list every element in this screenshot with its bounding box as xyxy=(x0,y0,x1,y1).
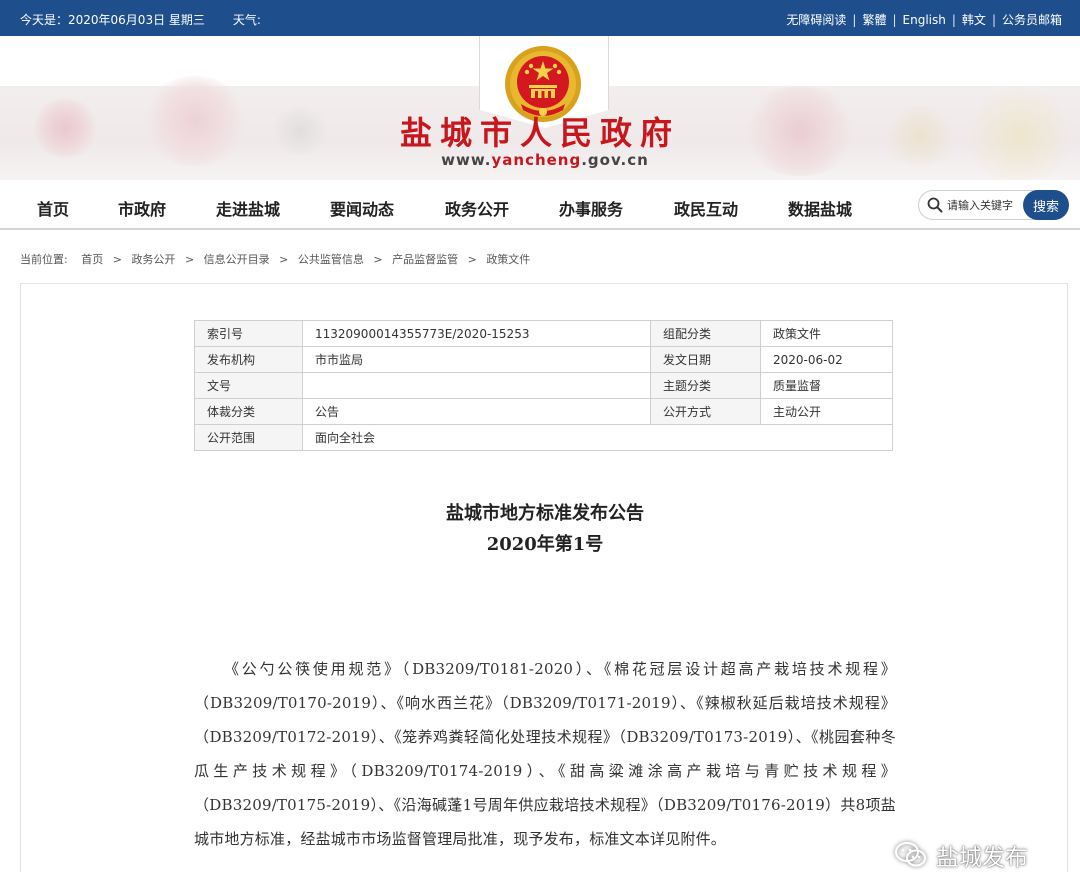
meta-key: 发文日期 xyxy=(650,346,761,373)
meta-key: 体裁分类 xyxy=(194,398,303,425)
site-title: 盐城市人民政府 xyxy=(399,114,680,152)
search-icon xyxy=(927,197,943,213)
table-row: 公开范围 面向全社会 xyxy=(194,424,893,451)
site-url[interactable]: www.yancheng.gov.cn xyxy=(0,151,1080,169)
meta-key: 组配分类 xyxy=(650,320,761,347)
meta-value: 质量监督 xyxy=(760,372,893,399)
breadcrumb: 当前位置: 首页 > 政务公开 > 信息公开目录 > 公共监管信息 > 产品监督… xyxy=(20,251,530,267)
breadcrumb-separator: > xyxy=(279,253,289,266)
document-number: 2020年第1号 xyxy=(486,534,604,555)
url-prefix: www. xyxy=(441,151,492,169)
breadcrumb-policy-docs[interactable]: 政策文件 xyxy=(486,253,530,266)
table-row: 体裁分类 公告 公开方式 主动公开 xyxy=(194,398,893,425)
document-body: 《公勺公筷使用规范》（DB3209/T0181-2020）、《棉花冠层设计超高产… xyxy=(194,660,896,848)
meta-value: 2020-06-02 xyxy=(760,346,893,373)
meta-key: 公开范围 xyxy=(194,424,303,451)
top-bar: 今天是：2020年06月03日 星期三 天气: 无障碍阅读 | 繁體 | Eng… xyxy=(0,0,1080,36)
breadcrumb-separator: > xyxy=(184,253,195,266)
meta-value: 面向全社会 xyxy=(302,424,893,451)
nav-item-services[interactable]: 办事服务 xyxy=(559,196,623,220)
breadcrumb-government-affairs[interactable]: 政务公开 xyxy=(131,253,175,266)
table-row: 索引号 11320900014355773E/2020-15253 组配分类 政… xyxy=(194,320,893,347)
divider: | xyxy=(852,12,857,27)
breadcrumb-product-supervision[interactable]: 产品监督监管 xyxy=(392,253,458,266)
nav-item-interaction[interactable]: 政民互动 xyxy=(674,196,738,220)
meta-key: 发布机构 xyxy=(194,346,303,373)
wechat-icon xyxy=(895,842,926,867)
breadcrumb-info-catalog[interactable]: 信息公开目录 xyxy=(204,253,270,266)
nav-item-government-affairs[interactable]: 政务公开 xyxy=(445,196,509,220)
search-box: 搜索 xyxy=(918,190,1069,220)
search-button[interactable]: 搜索 xyxy=(1023,190,1069,220)
accessibility-link[interactable]: 无障碍阅读 xyxy=(786,11,846,28)
meta-key: 主题分类 xyxy=(650,372,761,399)
civil-servant-mail-link[interactable]: 公务员邮箱 xyxy=(1002,11,1062,28)
url-highlight: yancheng xyxy=(491,151,582,169)
document-title: 盐城市地方标准发布公告 xyxy=(446,503,644,524)
table-row: 发布机构 市市监局 发文日期 2020-06-02 xyxy=(194,346,893,373)
korean-link[interactable]: 韩文 xyxy=(962,11,986,28)
meta-value: 公告 xyxy=(302,398,651,425)
meta-value: 市市监局 xyxy=(302,346,651,373)
top-bar-left: 今天是：2020年06月03日 星期三 天气: xyxy=(20,11,261,28)
meta-value: 政策文件 xyxy=(760,320,893,347)
meta-value: 主动公开 xyxy=(760,398,893,425)
breadcrumb-separator: > xyxy=(112,253,122,266)
nav-item-home[interactable]: 首页 xyxy=(37,196,69,220)
meta-key: 索引号 xyxy=(194,320,303,347)
nav-item-explore-yancheng[interactable]: 走进盐城 xyxy=(216,196,280,220)
meta-key: 公开方式 xyxy=(650,398,761,425)
meta-value xyxy=(302,372,651,399)
today-date: 今天是：2020年06月03日 星期三 xyxy=(20,13,205,27)
main-nav: 首页 市政府 走进盐城 要闻动态 政务公开 办事服务 政民互动 数据盐城 搜索 xyxy=(0,180,1080,230)
nav-item-news[interactable]: 要闻动态 xyxy=(330,196,394,220)
breadcrumb-public-supervision[interactable]: 公共监管信息 xyxy=(298,253,364,266)
breadcrumb-separator: > xyxy=(373,253,383,266)
breadcrumb-separator: > xyxy=(467,253,477,266)
weather-label: 天气: xyxy=(232,13,261,27)
document-meta-table: 索引号 11320900014355773E/2020-15253 组配分类 政… xyxy=(194,320,893,451)
meta-key: 文号 xyxy=(194,372,303,399)
divider: | xyxy=(951,12,956,27)
watermark: 盐城发布 xyxy=(894,838,1028,872)
meta-value: 11320900014355773E/2020-15253 xyxy=(302,320,651,347)
nav-item-city-government[interactable]: 市政府 xyxy=(118,196,166,220)
english-link[interactable]: English xyxy=(903,13,946,27)
header-banner: 盐城市人民政府 www.yancheng.gov.cn xyxy=(0,36,1080,180)
divider: | xyxy=(892,12,897,27)
divider: | xyxy=(991,12,996,27)
nav-item-data[interactable]: 数据盐城 xyxy=(788,196,852,220)
breadcrumb-home[interactable]: 首页 xyxy=(81,253,103,266)
url-suffix: .gov.cn xyxy=(581,151,649,169)
traditional-chinese-link[interactable]: 繁體 xyxy=(862,11,886,28)
table-row: 文号 主题分类 质量监督 xyxy=(194,372,893,399)
breadcrumb-label: 当前位置: xyxy=(20,253,68,266)
top-bar-links: 无障碍阅读 | 繁體 | English | 韩文 | 公务员邮箱 xyxy=(786,11,1062,28)
watermark-text: 盐城发布 xyxy=(936,845,1028,871)
search-input[interactable] xyxy=(947,195,1019,215)
